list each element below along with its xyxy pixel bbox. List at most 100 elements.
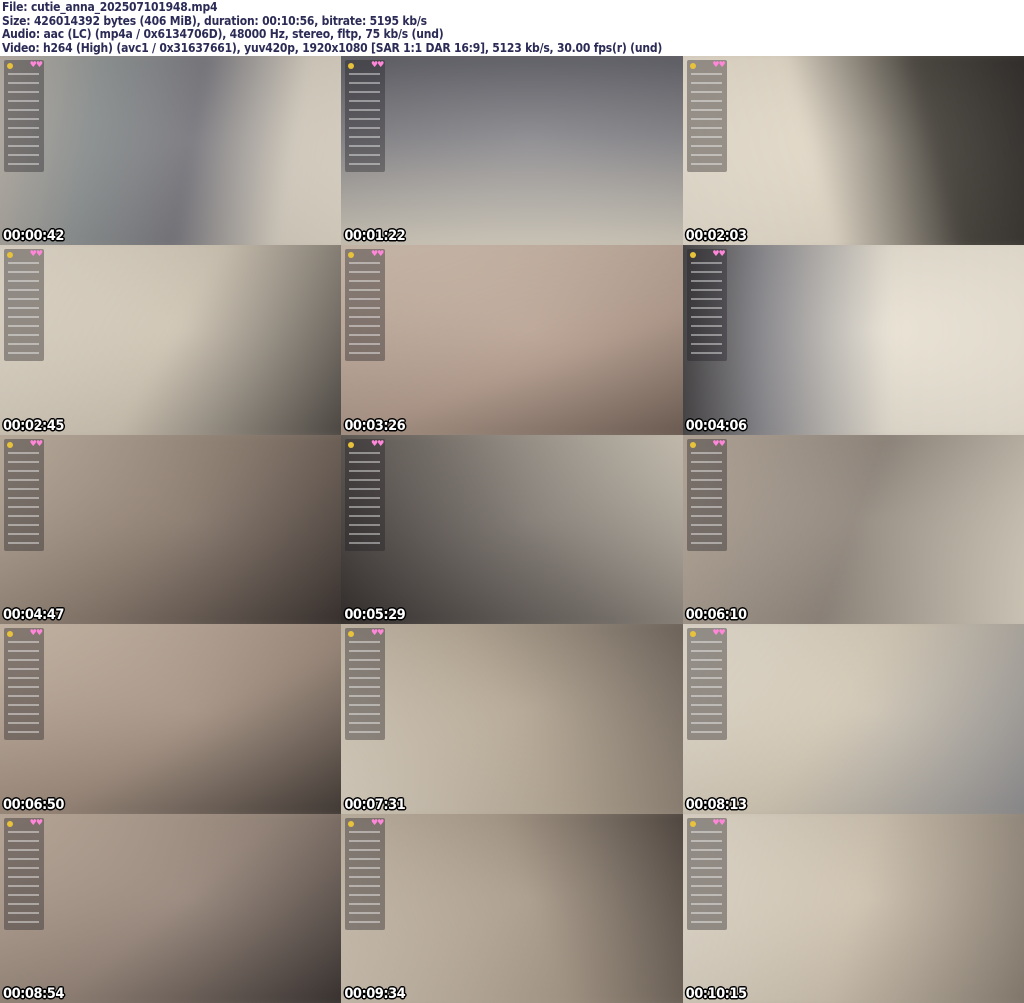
thumbnail-image-placeholder: [682, 813, 1024, 1003]
hearts-icon: ♥♥: [370, 438, 384, 448]
hearts-icon: ♥♥: [29, 249, 43, 259]
timestamp-overlay: 00:01:22: [344, 228, 406, 245]
hearts-icon: ♥♥: [712, 60, 725, 69]
timestamp-overlay: 00:06:50: [3, 796, 64, 813]
menu-lines-placeholder: [8, 451, 39, 546]
thumbnail: ♥♥ 00:09:34: [341, 813, 683, 1003]
tip-menu-overlay: ♥♥: [4, 60, 44, 172]
emoji-icon: [7, 63, 13, 69]
tip-menu-overlay: ♥♥: [345, 249, 386, 362]
tip-menu-overlay: ♥♥: [686, 817, 727, 930]
thumbnail-image-placeholder: [0, 434, 342, 625]
hearts-icon: ♥♥: [712, 438, 725, 448]
thumbnail: ♥♥ 00:02:03: [682, 56, 1024, 246]
hearts-icon: ♥♥: [370, 249, 384, 259]
meta-audio-line: Audio: aac (LC) (mp4a / 0x6134706D), 480…: [2, 27, 444, 42]
timestamp-overlay: 00:07:31: [344, 796, 406, 813]
tip-menu-overlay: ♥♥: [686, 438, 727, 551]
emoji-icon: [7, 820, 13, 827]
thumbnail: ♥♥ 00:08:54: [0, 813, 342, 1003]
thumbnail: ♥♥ 00:04:47: [0, 434, 342, 625]
menu-lines-placeholder: [349, 73, 381, 167]
hearts-icon: ♥♥: [712, 249, 725, 259]
thumbnail-image-placeholder: [682, 56, 1024, 246]
thumbnail: ♥♥ 00:08:13: [682, 624, 1024, 814]
emoji-icon: [348, 631, 355, 638]
tip-menu-overlay: ♥♥: [686, 60, 727, 172]
thumbnail-image-placeholder: [682, 624, 1024, 814]
timestamp-overlay: 00:10:15: [685, 985, 747, 1002]
menu-lines-placeholder: [349, 830, 381, 925]
thumbnail-image-placeholder: [0, 624, 342, 814]
tip-menu-overlay: ♥♥: [4, 817, 44, 930]
timestamp-overlay: 00:08:13: [685, 796, 747, 813]
thumbnail: ♥♥ 00:01:22: [341, 56, 683, 246]
menu-lines-placeholder: [690, 830, 722, 925]
thumbnail-image-placeholder: [341, 434, 683, 625]
timestamp-overlay: 00:00:42: [3, 228, 64, 245]
emoji-icon: [689, 820, 696, 827]
emoji-icon: [689, 252, 696, 259]
timestamp-overlay: 00:02:45: [3, 417, 64, 434]
emoji-icon: [348, 63, 355, 69]
menu-lines-placeholder: [349, 451, 381, 546]
emoji-icon: [348, 820, 355, 827]
tip-menu-overlay: ♥♥: [345, 817, 386, 930]
hearts-icon: ♥♥: [29, 628, 43, 638]
thumbnail-image-placeholder: [341, 56, 683, 246]
menu-lines-placeholder: [8, 830, 39, 925]
thumbnail-image-placeholder: [682, 434, 1024, 625]
hearts-icon: ♥♥: [29, 438, 43, 448]
thumbnail-grid: ♥♥ 00:00:42 ♥♥ 00:01:22 ♥♥ 00:02:03 ♥♥ 0…: [0, 56, 1024, 1003]
menu-lines-placeholder: [690, 641, 722, 736]
tip-menu-overlay: ♥♥: [686, 249, 727, 362]
hearts-icon: ♥♥: [29, 60, 43, 69]
thumbnail-image-placeholder: [0, 245, 342, 435]
tip-menu-overlay: ♥♥: [345, 60, 386, 172]
hearts-icon: ♥♥: [712, 817, 725, 827]
thumbnail: ♥♥ 00:03:26: [341, 245, 683, 435]
thumbnail: ♥♥ 00:06:50: [0, 624, 342, 814]
thumbnail: ♥♥ 00:05:29: [341, 434, 683, 625]
thumbnail: ♥♥ 00:06:10: [682, 434, 1024, 625]
hearts-icon: ♥♥: [29, 817, 43, 827]
timestamp-overlay: 00:05:29: [344, 607, 406, 624]
tip-menu-overlay: ♥♥: [4, 249, 44, 362]
thumbnail: ♥♥ 00:02:45: [0, 245, 342, 435]
tip-menu-overlay: ♥♥: [686, 628, 727, 741]
menu-lines-placeholder: [8, 262, 39, 357]
menu-lines-placeholder: [349, 262, 381, 357]
emoji-icon: [7, 631, 13, 638]
emoji-icon: [348, 252, 355, 259]
timestamp-overlay: 00:09:34: [344, 985, 406, 1002]
emoji-icon: [689, 63, 696, 69]
tip-menu-overlay: ♥♥: [4, 628, 44, 741]
thumbnail-image-placeholder: [0, 56, 342, 246]
emoji-icon: [7, 252, 13, 259]
meta-video-line: Video: h264 (High) (avc1 / 0x31637661), …: [2, 41, 663, 56]
thumbnail: ♥♥ 00:07:31: [341, 624, 683, 814]
thumbnail-image-placeholder: [341, 624, 683, 814]
menu-lines-placeholder: [690, 73, 722, 167]
meta-size-line: Size: 426014392 bytes (406 MiB), duratio…: [2, 13, 427, 28]
menu-lines-placeholder: [690, 262, 722, 357]
timestamp-overlay: 00:06:10: [685, 607, 747, 624]
thumbnail: ♥♥ 00:10:15: [682, 813, 1024, 1003]
thumbnail: ♥♥ 00:00:42: [0, 56, 342, 246]
tip-menu-overlay: ♥♥: [345, 628, 386, 741]
metadata-header: File: cutie_anna_202507101948.mp4 Size: …: [0, 0, 1024, 56]
thumbnail-image-placeholder: [341, 245, 683, 435]
emoji-icon: [7, 441, 13, 448]
timestamp-overlay: 00:04:47: [3, 607, 64, 624]
thumbnail-image-placeholder: [682, 245, 1024, 435]
timestamp-overlay: 00:04:06: [685, 417, 747, 434]
thumbnail-image-placeholder: [0, 813, 342, 1003]
thumbnail: ♥♥ 00:04:06: [682, 245, 1024, 435]
hearts-icon: ♥♥: [370, 628, 384, 638]
tip-menu-overlay: ♥♥: [4, 438, 44, 551]
hearts-icon: ♥♥: [370, 817, 384, 827]
meta-file-line: File: cutie_anna_202507101948.mp4: [2, 0, 218, 14]
emoji-icon: [689, 631, 696, 638]
hearts-icon: ♥♥: [712, 628, 725, 638]
menu-lines-placeholder: [690, 451, 722, 546]
